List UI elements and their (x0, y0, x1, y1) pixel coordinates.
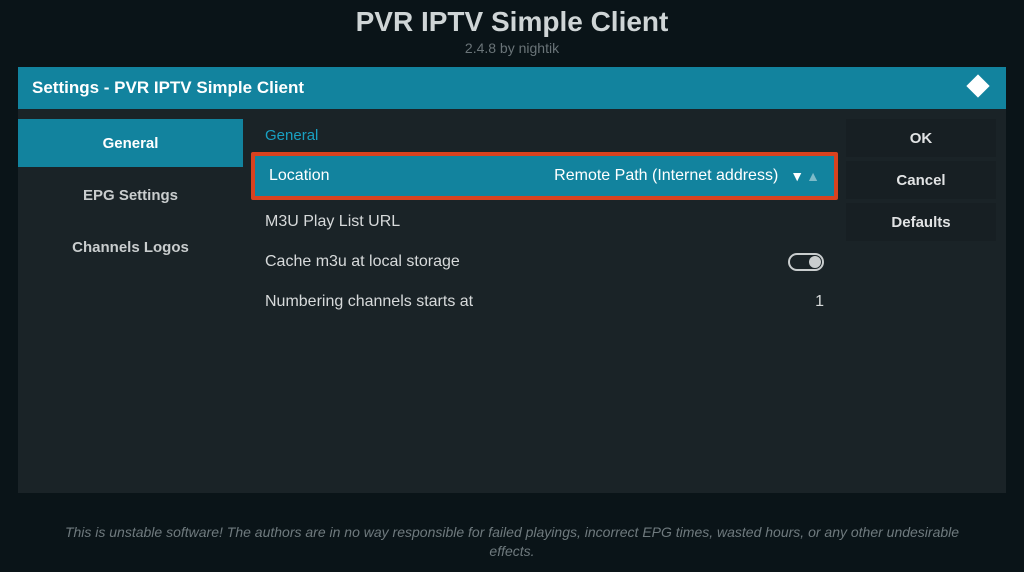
setting-label: Numbering channels starts at (265, 293, 473, 311)
sidebar-item-epg-settings[interactable]: EPG Settings (18, 171, 243, 219)
dialog-body: General EPG Settings Channels Logos Gene… (18, 109, 1006, 493)
button-label: OK (910, 130, 933, 147)
defaults-button[interactable]: Defaults (846, 203, 996, 241)
setting-m3u-url[interactable]: M3U Play List URL (251, 202, 838, 242)
setting-value-text: 1 (815, 293, 824, 311)
sidebar-item-general[interactable]: General (18, 119, 243, 167)
sidebar-item-label: Channels Logos (72, 239, 189, 256)
section-header-general: General (251, 119, 838, 154)
spinner-arrows[interactable]: ▼ ▲ (790, 169, 820, 183)
sidebar-item-label: General (103, 135, 159, 152)
chevron-up-icon[interactable]: ▲ (806, 169, 820, 183)
page-subtitle: 2.4.8 by nightik (0, 40, 1024, 56)
setting-value: Remote Path (Internet address) ▼ ▲ (554, 167, 820, 185)
chevron-down-icon[interactable]: ▼ (790, 169, 804, 183)
settings-dialog: Settings - PVR IPTV Simple Client Genera… (18, 67, 1006, 493)
setting-value (788, 253, 824, 271)
ok-button[interactable]: OK (846, 119, 996, 157)
toggle-switch-icon[interactable] (788, 253, 824, 271)
setting-numbering-start[interactable]: Numbering channels starts at 1 (251, 282, 838, 322)
setting-label: Cache m3u at local storage (265, 253, 460, 271)
cancel-button[interactable]: Cancel (846, 161, 996, 199)
button-label: Defaults (891, 214, 950, 231)
dialog-actions: OK Cancel Defaults (846, 119, 1006, 493)
settings-sidebar: General EPG Settings Channels Logos (18, 119, 243, 493)
dialog-header: Settings - PVR IPTV Simple Client (18, 67, 1006, 109)
setting-label: Location (269, 167, 330, 185)
setting-label: M3U Play List URL (265, 213, 400, 231)
kodi-logo-icon (964, 72, 992, 105)
sidebar-item-channels-logos[interactable]: Channels Logos (18, 223, 243, 271)
disclaimer-text: This is unstable software! The authors a… (0, 523, 1024, 562)
setting-location[interactable]: Location Remote Path (Internet address) … (251, 152, 838, 200)
page-title: PVR IPTV Simple Client (0, 6, 1024, 38)
setting-cache-m3u[interactable]: Cache m3u at local storage (251, 242, 838, 282)
settings-main: General Location Remote Path (Internet a… (243, 119, 846, 493)
dialog-title: Settings - PVR IPTV Simple Client (32, 78, 304, 98)
setting-value-text: Remote Path (Internet address) (554, 167, 778, 185)
button-label: Cancel (896, 172, 945, 189)
page-header: PVR IPTV Simple Client 2.4.8 by nightik (0, 0, 1024, 56)
sidebar-item-label: EPG Settings (83, 187, 178, 204)
